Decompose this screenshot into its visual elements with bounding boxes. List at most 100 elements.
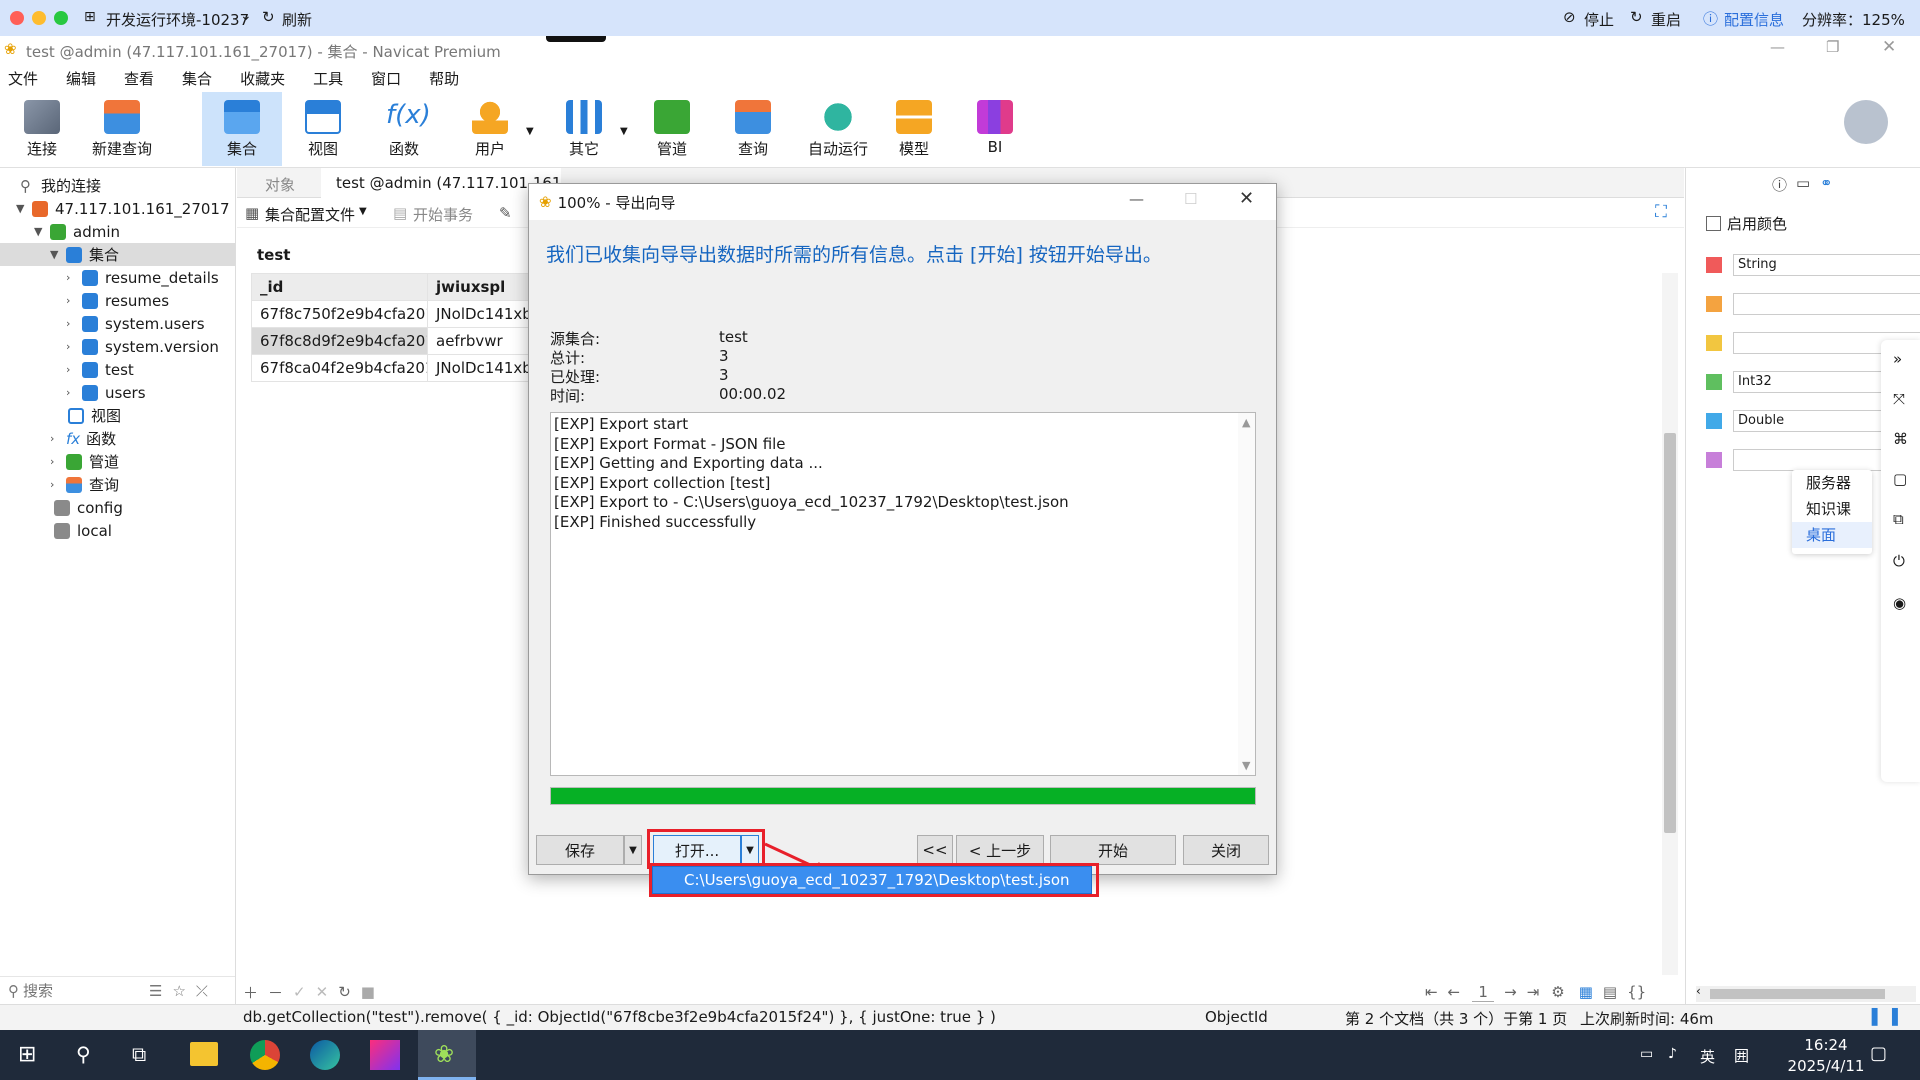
scroll-left-icon[interactable]: ‹	[1696, 984, 1701, 998]
window-restore-icon[interactable]: ❐	[1826, 38, 1839, 56]
type-name-field[interactable]	[1733, 293, 1920, 315]
file-explorer-icon[interactable]	[190, 1042, 218, 1066]
info-icon[interactable]: ⓘ	[1772, 174, 1787, 195]
prev-page-icon[interactable]: ←	[1448, 983, 1461, 1001]
maximize-dot-icon[interactable]	[54, 11, 68, 25]
user-dropdown-icon[interactable]: ▼	[526, 126, 534, 137]
intellij-icon[interactable]	[370, 1040, 400, 1070]
enable-color-checkbox[interactable]: 启用颜色	[1706, 213, 1787, 234]
toolbar-model[interactable]: 模型	[877, 92, 951, 166]
prev-step-button[interactable]: < 上一步	[956, 835, 1044, 865]
type-color-swatch[interactable]	[1706, 257, 1722, 273]
tree-functions[interactable]: › fx 函数	[50, 427, 116, 450]
chevron-right-icon[interactable]: ›	[50, 432, 60, 445]
vertical-scrollbar[interactable]	[1662, 273, 1678, 975]
chevron-right-icon[interactable]: ›	[66, 317, 76, 330]
save-button[interactable]: 保存	[536, 835, 624, 865]
refresh-icon[interactable]: ↻	[262, 8, 275, 26]
menu-favorites[interactable]: 收藏夹	[226, 68, 299, 89]
remove-icon[interactable]: －	[268, 982, 283, 1003]
type-color-swatch[interactable]	[1706, 335, 1722, 351]
tree-pipelines[interactable]: › 管道	[50, 450, 119, 473]
panel-left-icon[interactable]: ▐	[1866, 1008, 1878, 1026]
menu-view[interactable]: 查看	[110, 68, 168, 89]
first-page-icon[interactable]: ⇤	[1425, 983, 1438, 1001]
chevron-down-icon[interactable]: ▼	[16, 202, 26, 215]
toolbar-view[interactable]: 视图	[286, 92, 360, 166]
volume-icon[interactable]: ♪	[1668, 1046, 1677, 1062]
config-file-button[interactable]: 集合配置文件	[265, 204, 355, 225]
star-icon[interactable]: ☆	[172, 982, 185, 1000]
power-icon[interactable]: ⏻	[1893, 552, 1905, 570]
other-dropdown-icon[interactable]: ▼	[620, 126, 628, 137]
fullscreen-icon[interactable]: ⛶	[1655, 202, 1667, 222]
menu-file[interactable]: 文件	[0, 68, 52, 89]
table-row[interactable]: 67f8ca04f2e9b4cfa201! JNolDc141xbt	[251, 354, 551, 382]
edge-icon[interactable]	[310, 1040, 340, 1070]
edit-icon[interactable]: ✎	[499, 204, 512, 222]
type-color-swatch[interactable]	[1706, 374, 1722, 390]
toolbar-bi[interactable]: BI	[958, 92, 1032, 166]
menu-edit[interactable]: 编辑	[52, 68, 110, 89]
window-icon[interactable]: ▢	[1893, 470, 1907, 488]
search-icon[interactable]: ⚲	[76, 1042, 91, 1066]
network-icon[interactable]: ▭	[1640, 1046, 1653, 1062]
chevron-down-icon[interactable]: ▼	[50, 248, 60, 261]
tab-objects[interactable]: 对象	[265, 174, 295, 195]
apps-icon[interactable]: ⌘	[1893, 430, 1908, 448]
toolbar-collection[interactable]: 集合	[202, 92, 282, 166]
ime-indicator[interactable]: 囲	[1734, 1045, 1749, 1066]
toolbar-pipeline[interactable]: 管道	[635, 92, 709, 166]
toolbar-query[interactable]: 查询	[716, 92, 790, 166]
horizontal-scrollbar[interactable]: ‹	[1696, 984, 1916, 1002]
env-selector[interactable]: 开发运行环境-10237	[106, 9, 249, 30]
menu-tools[interactable]: 工具	[299, 68, 357, 89]
tree-collection-item[interactable]: › users	[66, 381, 146, 404]
begin-transaction-button[interactable]: 开始事务	[413, 204, 473, 225]
filter-icon[interactable]: ☰	[149, 982, 162, 1000]
start-icon[interactable]: ⊞	[18, 1042, 36, 1067]
save-dropdown-button[interactable]: ▼	[624, 835, 642, 865]
cell[interactable]: 67f8c750f2e9b4cfa201!	[251, 300, 428, 328]
chevron-right-icon[interactable]: ›	[66, 271, 76, 284]
tree-connection[interactable]: ▼ 47.117.101.161_27017	[16, 197, 230, 220]
tree-queries[interactable]: › 查询	[50, 473, 119, 496]
check-icon[interactable]: ✓	[293, 983, 306, 1001]
chevron-right-icon[interactable]: ›	[66, 363, 76, 376]
stop-square-icon[interactable]: ■	[361, 983, 375, 1001]
scrollbar-thumb[interactable]	[1664, 433, 1676, 833]
minimize-dot-icon[interactable]	[32, 11, 46, 25]
menu-collection[interactable]: 集合	[168, 68, 226, 89]
close-button[interactable]: 关闭	[1183, 835, 1269, 865]
chevron-right-icon[interactable]: ›	[66, 340, 76, 353]
dialog-minimize-icon[interactable]: —	[1129, 190, 1144, 208]
avatar[interactable]	[1844, 100, 1888, 144]
chevron-down-icon[interactable]: ▼	[359, 206, 367, 217]
tree-db-admin[interactable]: ▼ admin	[34, 220, 120, 243]
form-view-icon[interactable]: ▤	[1603, 983, 1617, 1001]
tree-collection-item[interactable]: › test	[66, 358, 134, 381]
tree-collection-item[interactable]: › system.users	[66, 312, 205, 335]
eye-icon[interactable]: ◉	[1893, 594, 1906, 612]
cell[interactable]: 67f8ca04f2e9b4cfa201!	[251, 354, 428, 382]
stop-button[interactable]: 停止	[1584, 9, 1614, 30]
chrome-icon[interactable]	[250, 1040, 280, 1070]
clock-date[interactable]: 2025/4/11	[1786, 1057, 1866, 1075]
type-color-swatch[interactable]	[1706, 296, 1722, 312]
chevron-down-icon[interactable]: ⌄	[240, 8, 252, 24]
tab-active[interactable]: test @admin (47.117.101.161_2701	[321, 168, 561, 198]
search-input[interactable]	[23, 981, 123, 1000]
json-view-icon[interactable]: {}	[1627, 983, 1646, 1001]
copy-icon[interactable]: ⧉	[1893, 510, 1904, 528]
toolbar-automation[interactable]: 自动运行	[796, 92, 880, 166]
task-view-icon[interactable]: ⧉	[132, 1042, 146, 1066]
scrollbar-thumb[interactable]	[1710, 989, 1885, 999]
collapse-icon[interactable]: ⤫	[196, 982, 208, 1000]
config-button[interactable]: 配置信息	[1724, 9, 1784, 30]
dialog-close-icon[interactable]: ✕	[1239, 188, 1254, 209]
last-page-icon[interactable]: ⇥	[1527, 983, 1540, 1001]
next-page-icon[interactable]: →	[1504, 983, 1517, 1001]
restart-button[interactable]: 重启	[1651, 9, 1681, 30]
tree-root[interactable]: ⚲ 我的连接	[20, 174, 101, 197]
type-name-field[interactable]: String	[1733, 254, 1920, 276]
